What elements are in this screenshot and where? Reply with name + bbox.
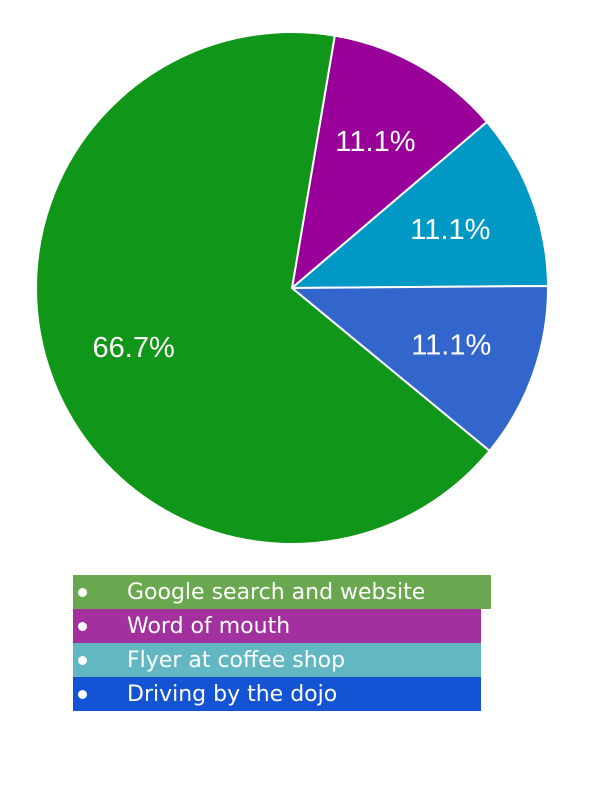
- legend-bullet-icon: [78, 621, 87, 631]
- legend-item: Google search and website: [73, 575, 491, 609]
- legend: Google search and website Word of mouth Fl…: [73, 575, 493, 711]
- legend-item: Driving by the dojo: [73, 677, 481, 711]
- legend-label: Flyer at coffee shop: [127, 647, 346, 673]
- slice-data-label: 66.7%: [93, 332, 175, 364]
- pie-chart: 11.1% 11.1% 11.1% 66.7%: [35, 31, 550, 545]
- legend-bullet-icon: [78, 587, 87, 597]
- legend-bullet-icon: [78, 655, 87, 665]
- legend-item: Word of mouth: [73, 609, 481, 643]
- legend-item: Flyer at coffee shop: [73, 643, 481, 677]
- slice-data-label: 11.1%: [411, 329, 491, 361]
- legend-label: Word of mouth: [127, 613, 291, 639]
- legend-label: Driving by the dojo: [127, 681, 338, 707]
- slice-data-label: 11.1%: [335, 126, 415, 158]
- legend-bullet-icon: [78, 689, 87, 699]
- slice-data-label: 11.1%: [410, 214, 490, 246]
- legend-label: Google search and website: [127, 579, 426, 605]
